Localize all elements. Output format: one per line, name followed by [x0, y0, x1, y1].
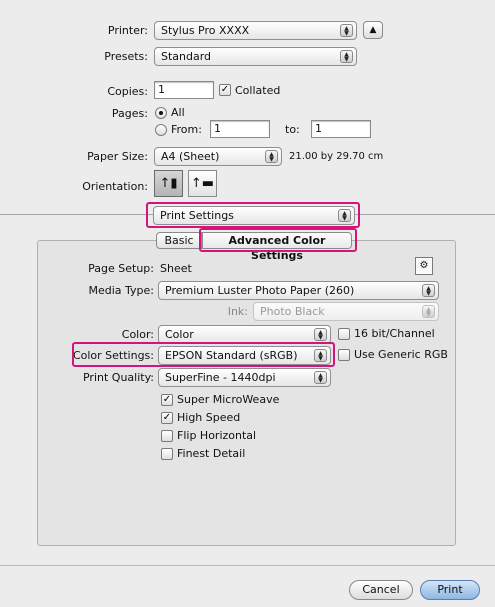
popup-arrows-icon: ▲ ▼ [422, 284, 435, 297]
popup-arrows-icon: ▲ ▼ [422, 305, 435, 318]
orientation-label: Orientation: [82, 180, 148, 193]
color-label: Color: [121, 328, 154, 341]
high-speed-checkbox[interactable]: ✓ [161, 412, 173, 424]
pages-label: Pages: [111, 107, 148, 120]
paper-size-popup[interactable]: A4 (Sheet) ▲ ▼ [154, 147, 282, 166]
pages-all-radio[interactable] [155, 107, 167, 119]
super-microweave-checkbox[interactable]: ✓ [161, 394, 173, 406]
settings-icon[interactable]: ⚙ [415, 257, 433, 275]
popup-arrows-icon: ▲ ▼ [340, 50, 353, 63]
16bit-label: 16 bit/Channel [354, 327, 435, 340]
print-quality-value: SuperFine - 1440dpi [165, 371, 276, 384]
pages-to-value: 1 [315, 122, 322, 135]
presets-label: Presets: [104, 50, 148, 63]
portrait-orientation-button[interactable]: ↑▮ [154, 170, 183, 197]
finest-detail-checkbox[interactable] [161, 448, 173, 460]
presets-popup[interactable]: Standard ▲ ▼ [154, 47, 357, 66]
popup-arrows-icon: ▲ ▼ [265, 150, 278, 163]
finest-detail-label: Finest Detail [177, 447, 246, 460]
super-microweave-label: Super MicroWeave [177, 393, 280, 406]
printer-value: Stylus Pro XXXX [161, 24, 250, 37]
presets-value: Standard [161, 50, 212, 63]
printer-popup[interactable]: Stylus Pro XXXX ▲ ▼ [154, 21, 357, 40]
page-setup-value: Sheet [160, 262, 192, 275]
paper-size-value: A4 (Sheet) [161, 150, 220, 163]
ink-popup[interactable]: Photo Black ▲ ▼ [253, 302, 439, 321]
copies-value: 1 [158, 83, 165, 96]
pages-from-field[interactable]: 1 [210, 120, 270, 138]
page-setup-label: Page Setup: [88, 262, 154, 275]
paper-size-label: Paper Size: [87, 150, 148, 163]
pages-from-value: 1 [214, 122, 221, 135]
landscape-orientation-button[interactable]: ↑▬ [188, 170, 217, 197]
generic-rgb-label: Use Generic RGB [354, 348, 448, 361]
collated-checkbox[interactable]: ✓ [219, 84, 231, 96]
16bit-checkbox[interactable] [338, 328, 350, 340]
ink-label: Ink: [227, 305, 248, 318]
copies-label: Copies: [107, 85, 148, 98]
popup-arrows-icon: ▲ ▼ [314, 371, 327, 384]
tab-basic[interactable]: Basic [156, 232, 202, 249]
color-settings-highlight [72, 342, 335, 367]
color-value: Color [165, 328, 194, 341]
flip-horizontal-checkbox[interactable] [161, 430, 173, 442]
popup-arrows-icon: ▲ ▼ [340, 24, 353, 37]
print-quality-label: Print Quality: [82, 371, 154, 384]
high-speed-label: High Speed [177, 411, 241, 424]
collated-label: Collated [235, 84, 281, 97]
paper-dimensions: 21.00 by 29.70 cm [289, 151, 384, 162]
pages-from-radio[interactable] [155, 124, 167, 136]
pages-all-label: All [171, 106, 185, 119]
pages-to-field[interactable]: 1 [311, 120, 371, 138]
media-type-label: Media Type: [88, 284, 154, 297]
media-type-value: Premium Luster Photo Paper (260) [165, 284, 355, 297]
collapse-disclosure-button[interactable]: ▲ [363, 21, 383, 39]
landscape-icon: ↑▬ [190, 176, 215, 191]
pages-to-label: to: [285, 123, 300, 136]
tab-highlight [199, 228, 357, 252]
popup-arrows-icon: ▲ ▼ [314, 328, 327, 341]
cancel-button[interactable]: Cancel [349, 580, 413, 600]
ink-value: Photo Black [260, 305, 325, 318]
portrait-icon: ↑▮ [159, 176, 178, 191]
panel-highlight [146, 202, 360, 228]
bottom-separator [0, 565, 495, 566]
printer-label: Printer: [107, 24, 148, 37]
print-button[interactable]: Print [420, 580, 480, 600]
generic-rgb-checkbox[interactable] [338, 349, 350, 361]
flip-horizontal-label: Flip Horizontal [177, 429, 257, 442]
pages-from-label: From: [171, 123, 202, 136]
triangle-up-icon: ▲ [369, 25, 377, 35]
media-type-popup[interactable]: Premium Luster Photo Paper (260) ▲ ▼ [158, 281, 439, 300]
print-quality-popup[interactable]: SuperFine - 1440dpi ▲ ▼ [158, 368, 331, 387]
copies-field[interactable]: 1 [154, 81, 214, 99]
